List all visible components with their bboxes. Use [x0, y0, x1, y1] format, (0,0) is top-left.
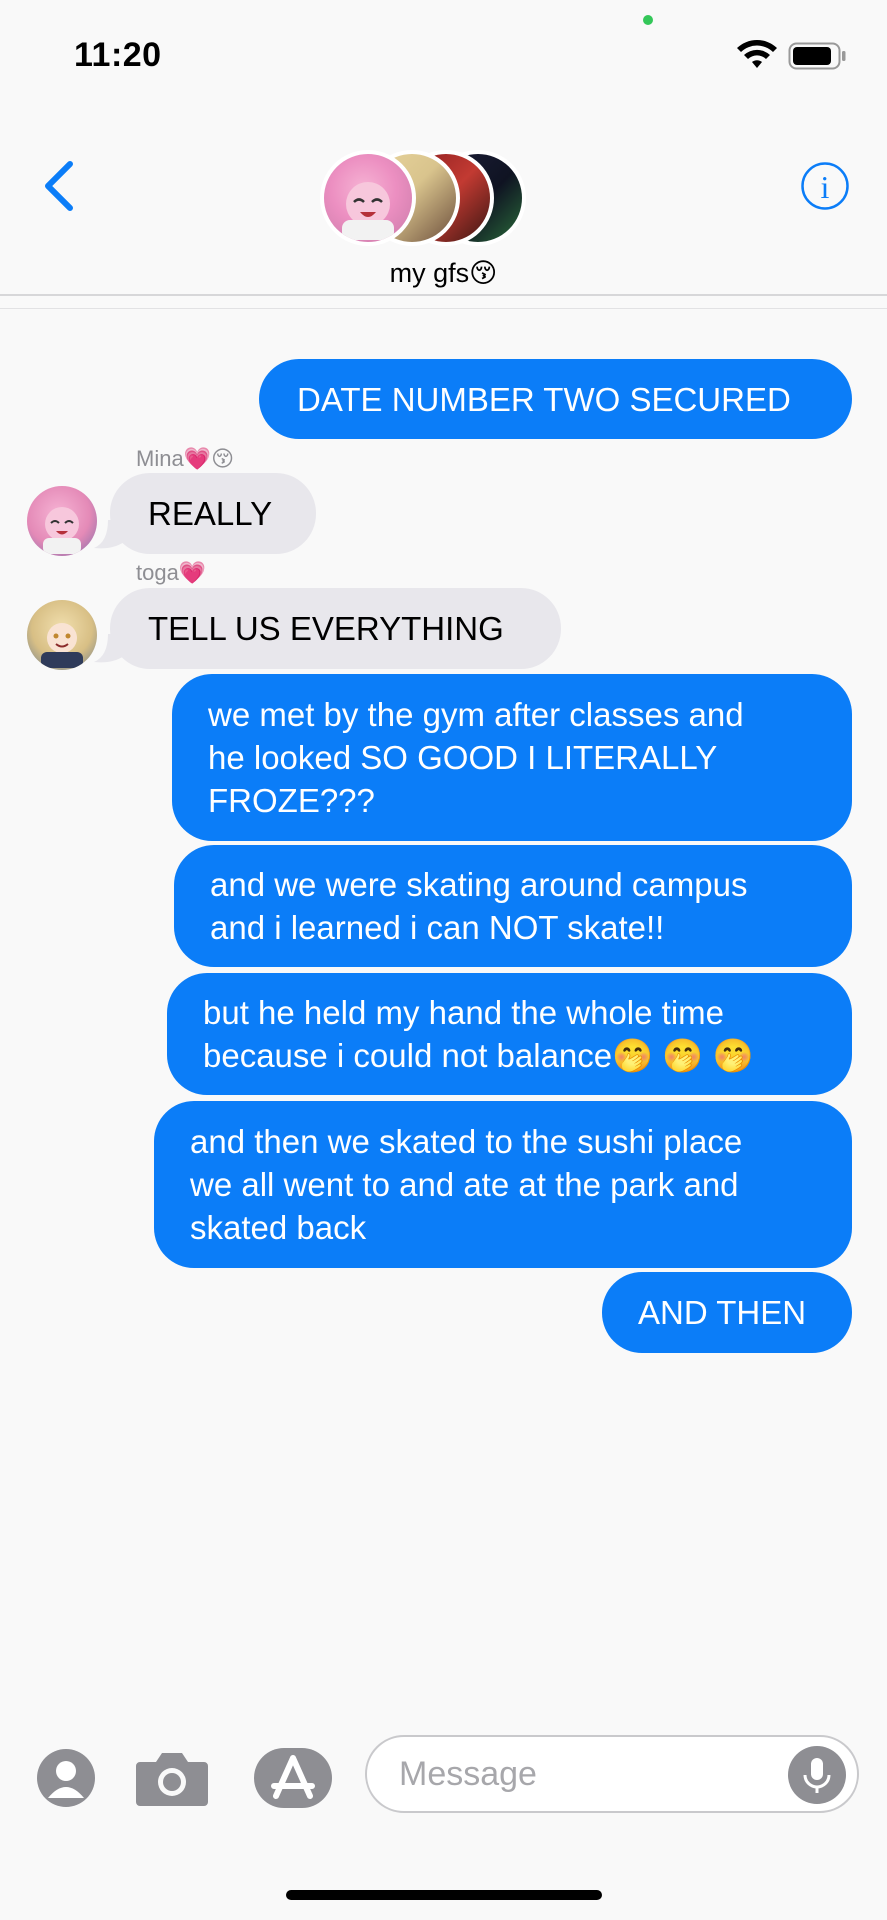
message-text: DATE NUMBER TWO SECURED [297, 380, 791, 418]
message-text: REALLY [148, 495, 273, 532]
message-line: and then we skated to the sushi place [190, 1123, 743, 1160]
sender-avatar-mina[interactable] [27, 486, 97, 556]
avatar-1 [320, 150, 416, 246]
back-chevron-icon[interactable] [40, 160, 80, 212]
avatar-face [43, 507, 81, 554]
message-input[interactable]: Message [365, 1735, 859, 1813]
home-indicator [286, 1890, 602, 1900]
message-bubble-outgoing[interactable]: but he held my hand the whole time becau… [167, 973, 852, 1095]
header-divider [0, 294, 887, 296]
message-bubble-outgoing[interactable]: and we were skating around campus and i … [174, 845, 852, 967]
message-line: FROZE??? [208, 782, 375, 819]
message-bubble-outgoing[interactable]: AND THEN [602, 1272, 852, 1353]
message-placeholder: Message [399, 1755, 537, 1793]
sender-avatar-toga[interactable] [27, 600, 97, 670]
group-name[interactable]: my gfs😚 [0, 258, 887, 289]
avatar-face [41, 623, 83, 668]
message-text: we met by the gym after classes and he l… [206, 693, 744, 822]
sender-name: toga💗 [136, 560, 207, 585]
message-text: and we were skating around campus and i … [208, 863, 747, 949]
camera-indicator-dot [643, 15, 653, 25]
contact-icon[interactable] [36, 1748, 96, 1808]
message-line: and i learned i can NOT skate!! [210, 909, 665, 946]
message-line: he looked SO GOOD I LITERALLY [208, 739, 718, 776]
sender-name: Mina💗😚 [136, 446, 235, 471]
app-store-icon[interactable] [252, 1746, 334, 1810]
wifi-icon [737, 40, 777, 68]
message-line: we all went to and ate at the park and [190, 1166, 739, 1203]
message-bubble-incoming[interactable]: TELL US EVERYTHING [110, 588, 561, 669]
header-divider-2 [0, 308, 887, 309]
message-line: but he held my hand the whole time [203, 994, 724, 1031]
status-time: 11:20 [74, 36, 162, 74]
message-bubble-outgoing[interactable]: DATE NUMBER TWO SECURED [259, 359, 852, 439]
message-bubble-outgoing[interactable]: we met by the gym after classes and he l… [172, 674, 852, 841]
info-icon[interactable]: i [800, 161, 850, 211]
microphone-icon[interactable] [787, 1745, 847, 1805]
message-bubble-incoming[interactable]: REALLY [110, 473, 316, 554]
avatar-face [342, 182, 394, 240]
message-line: and we were skating around campus [210, 866, 748, 903]
message-text: but he held my hand the whole time becau… [201, 991, 754, 1077]
message-bubble-outgoing[interactable]: and then we skated to the sushi place we… [154, 1101, 852, 1268]
message-text: AND THEN [638, 1294, 807, 1331]
message-text: and then we skated to the sushi place we… [188, 1120, 742, 1249]
message-text: TELL US EVERYTHING [148, 610, 504, 647]
message-line: skated back [190, 1209, 367, 1246]
message-line: because i could not balance🤭 🤭 🤭 [203, 1037, 754, 1074]
camera-icon[interactable] [134, 1748, 210, 1808]
message-line: we met by the gym after classes and [208, 696, 744, 733]
group-avatar-stack[interactable] [320, 150, 540, 250]
svg-text:i: i [821, 169, 830, 205]
battery-icon [788, 42, 846, 70]
